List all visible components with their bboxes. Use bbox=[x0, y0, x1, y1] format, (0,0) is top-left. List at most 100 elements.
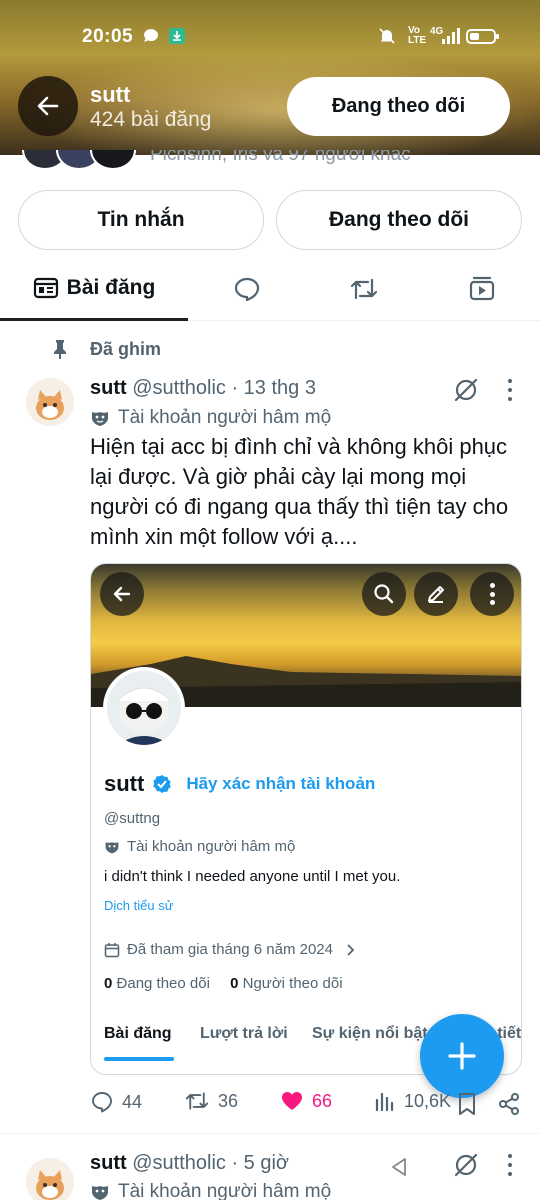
tweet-author-line: sutt @suttholic · 5 giờ bbox=[90, 1152, 289, 1175]
card-fan-label: Tài khoản người hâm mộ bbox=[127, 838, 296, 855]
chevron-right-icon bbox=[347, 943, 355, 956]
tweet-author-name[interactable]: sutt bbox=[90, 377, 127, 399]
plus-icon bbox=[448, 1042, 476, 1070]
tweet-author-avatar[interactable] bbox=[26, 1158, 74, 1200]
tab-posts[interactable]: Bài đăng bbox=[0, 257, 188, 321]
tweet-author-avatar[interactable] bbox=[26, 378, 74, 426]
more-options-icon[interactable] bbox=[500, 1152, 520, 1178]
mute-icon bbox=[379, 28, 395, 44]
card-followers-label: Người theo dõi bbox=[242, 975, 343, 992]
compose-post-button[interactable] bbox=[420, 1014, 504, 1098]
header-following-button[interactable]: Đang theo dõi bbox=[287, 77, 510, 136]
tweet-handle-time: @suttholic · 5 giờ bbox=[132, 1152, 290, 1174]
views-chart-icon bbox=[375, 1092, 394, 1112]
grok-icon[interactable] bbox=[453, 377, 479, 403]
card-profile-name: sutt bbox=[104, 771, 145, 796]
fan-account-badge: Tài khoản người hâm mộ bbox=[90, 1181, 331, 1200]
card-joined-row: Đã tham gia tháng 6 năm 2024 bbox=[104, 941, 357, 958]
posts-icon bbox=[33, 277, 58, 298]
profile-header: 20:05 Vo LTE 4G sutt 424 bài đăng Đang th… bbox=[0, 0, 540, 155]
card-profile-avatar bbox=[103, 667, 185, 749]
repost-icon bbox=[350, 278, 378, 300]
arrow-left-icon bbox=[113, 586, 131, 602]
repost-count: 36 bbox=[218, 1090, 239, 1111]
card-tab-underline bbox=[104, 1057, 174, 1061]
cat-avatar-image bbox=[26, 378, 74, 426]
mask-icon bbox=[105, 841, 119, 853]
chat-notification-icon bbox=[144, 29, 158, 42]
arrow-left-icon bbox=[37, 96, 59, 116]
tab-posts-label: Bài đăng bbox=[66, 275, 156, 299]
tweet-image-card[interactable]: sutt Hãy xác nhận tài khoản @suttng Tài … bbox=[90, 563, 522, 1075]
card-following-count: 0 bbox=[104, 975, 113, 992]
tweet-author-name[interactable]: sutt bbox=[90, 1152, 127, 1174]
header-name: sutt bbox=[90, 82, 131, 107]
cat-sunglasses-image bbox=[107, 671, 181, 745]
card-tab-replies: Lượt trả lời bbox=[200, 1025, 288, 1042]
tab-replies[interactable] bbox=[217, 257, 277, 321]
heart-filled-icon bbox=[282, 1092, 302, 1110]
mask-icon bbox=[92, 412, 108, 426]
reply-count: 44 bbox=[122, 1091, 143, 1112]
tweet-actions: 44 36 66 10,6K bbox=[90, 1090, 530, 1118]
fan-account-label: Tài khoản người hâm mộ bbox=[118, 407, 332, 428]
status-bar: 20:05 Vo LTE 4G bbox=[0, 20, 540, 52]
reply-icon bbox=[234, 277, 260, 302]
tab-reposts[interactable] bbox=[334, 257, 394, 321]
card-profile-name-row: sutt Hãy xác nhận tài khoản bbox=[104, 771, 375, 797]
follower-avatar bbox=[90, 150, 136, 170]
card-tab-highlights: Sự kiện nổi bật bbox=[312, 1025, 428, 1042]
card-verify-prompt: Hãy xác nhận tài khoản bbox=[186, 774, 376, 793]
download-notification-icon bbox=[169, 28, 185, 44]
nav-back-triangle-icon[interactable] bbox=[388, 1156, 410, 1178]
pencil-icon bbox=[428, 586, 444, 603]
header-post-count: 424 bài đăng bbox=[90, 108, 212, 131]
search-icon bbox=[374, 584, 394, 604]
card-followers-count: 0 bbox=[230, 975, 239, 992]
views-action[interactable]: 10,6K bbox=[374, 1090, 451, 1112]
tweet-handle-time: @suttholic · 13 thg 3 bbox=[132, 377, 316, 399]
repost-action[interactable]: 36 bbox=[184, 1090, 238, 1112]
mask-icon bbox=[92, 1186, 108, 1200]
card-translate-bio: Dịch tiểu sử bbox=[104, 898, 174, 913]
video-icon bbox=[469, 276, 495, 301]
card-fan-badge: Tài khoản người hâm mộ bbox=[104, 838, 295, 855]
calendar-icon bbox=[104, 942, 120, 957]
card-bio: i didn't think I needed anyone until I m… bbox=[104, 868, 401, 885]
more-options-icon[interactable] bbox=[500, 377, 520, 403]
card-follow-stats: 0 Đang theo dõi 0 Người theo dõi bbox=[104, 975, 343, 992]
repost-icon bbox=[185, 1092, 209, 1110]
grok-icon[interactable] bbox=[453, 1152, 479, 1178]
more-vertical-icon bbox=[489, 583, 495, 605]
card-handle: @suttng bbox=[104, 810, 161, 827]
like-action[interactable]: 66 bbox=[280, 1090, 332, 1112]
fan-account-badge: Tài khoản người hâm mộ bbox=[90, 407, 331, 429]
card-back-button bbox=[100, 572, 144, 616]
like-count: 66 bbox=[312, 1090, 333, 1111]
followers-known-text: Pichsinh, Iris và 97 người khác bbox=[150, 150, 411, 165]
bookmark-icon[interactable] bbox=[456, 1092, 478, 1116]
card-edit-button bbox=[414, 572, 458, 616]
message-button[interactable]: Tin nhắn bbox=[18, 190, 264, 250]
signal-icon bbox=[442, 28, 460, 44]
card-search-button bbox=[362, 572, 406, 616]
card-following-label: Đang theo dõi bbox=[116, 975, 210, 992]
back-button[interactable] bbox=[18, 76, 78, 136]
tweet-body-text: Hiện tại acc bị đình chỉ và không khôi p… bbox=[90, 434, 509, 549]
status-time: 20:05 bbox=[82, 26, 134, 47]
pin-icon bbox=[54, 340, 66, 359]
card-joined-text: Đã tham gia tháng 6 năm 2024 bbox=[127, 941, 333, 958]
view-count: 10,6K bbox=[404, 1090, 452, 1111]
share-icon[interactable] bbox=[498, 1092, 520, 1116]
tab-media[interactable] bbox=[452, 257, 512, 321]
card-tab-posts: Bài đăng bbox=[104, 1025, 172, 1042]
card-more-button bbox=[470, 572, 514, 616]
followers-known-row[interactable]: Pichsinh, Iris và 97 người khác bbox=[0, 150, 540, 172]
reply-action[interactable]: 44 bbox=[90, 1090, 142, 1114]
pinned-label: Đã ghim bbox=[90, 338, 162, 359]
fan-account-label: Tài khoản người hâm mộ bbox=[118, 1181, 332, 1200]
battery-icon bbox=[466, 29, 499, 44]
cat-avatar-image bbox=[26, 1158, 74, 1200]
following-button[interactable]: Đang theo dõi bbox=[276, 190, 522, 250]
volte-icon: Vo LTE bbox=[408, 25, 427, 46]
